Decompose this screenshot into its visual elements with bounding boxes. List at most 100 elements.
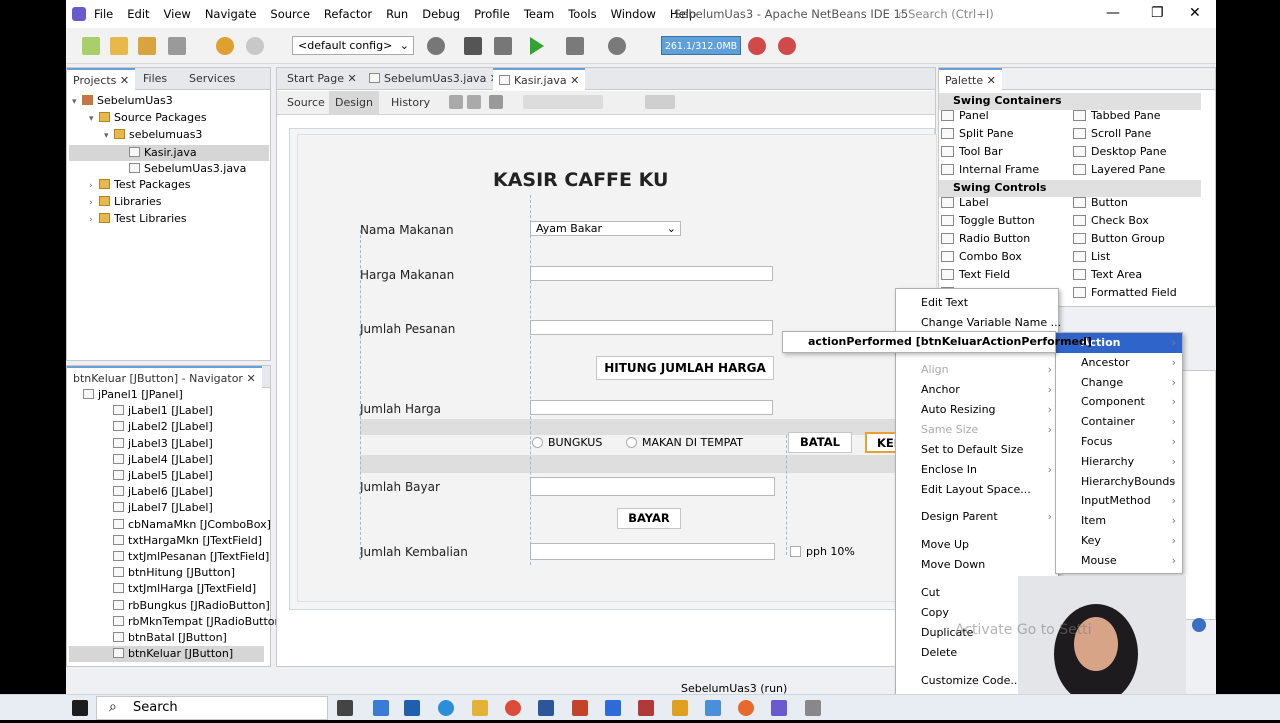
help-icon[interactable] bbox=[1192, 618, 1206, 632]
label-jumlah-harga[interactable]: Jumlah Harga bbox=[360, 402, 441, 416]
menu-tools[interactable]: Tools bbox=[568, 7, 596, 21]
txt-jumlah-kembalian[interactable] bbox=[530, 543, 775, 560]
netbeans-icon[interactable] bbox=[771, 700, 787, 716]
event-item[interactable]: HierarchyBounds bbox=[1056, 472, 1182, 492]
event-item[interactable]: Container bbox=[1056, 412, 1182, 432]
explorer-icon[interactable] bbox=[472, 700, 488, 716]
clean-build-icon[interactable] bbox=[494, 37, 512, 55]
navigator-item[interactable]: rbMknTempat [JRadioButton] bbox=[69, 614, 286, 630]
tree-item[interactable]: SebelumUas3.java bbox=[69, 161, 269, 177]
action-performed-item[interactable]: actionPerformed [btnKeluarActionPerforme… bbox=[783, 332, 1092, 352]
palette-item[interactable]: Tool Bar bbox=[941, 145, 1003, 158]
connection-mode-icon[interactable] bbox=[467, 95, 481, 109]
taskbar-search[interactable]: ⌕ Search bbox=[96, 696, 328, 720]
windows-start-icon[interactable] bbox=[72, 700, 88, 716]
txt-jumlah-pesanan[interactable] bbox=[530, 320, 773, 335]
event-item[interactable]: InputMethod bbox=[1056, 491, 1182, 511]
menu-edit[interactable]: Edit bbox=[127, 7, 149, 21]
menu-debug[interactable]: Debug bbox=[422, 7, 460, 21]
palette-item[interactable]: Text Field bbox=[941, 268, 1010, 281]
undo-icon[interactable] bbox=[216, 37, 234, 55]
menu-navigate[interactable]: Navigate bbox=[205, 7, 257, 21]
context-item[interactable]: Anchor bbox=[896, 380, 1058, 400]
label-nama-makanan[interactable]: Nama Makanan bbox=[360, 223, 454, 237]
close-button[interactable]: ✕ bbox=[1189, 5, 1201, 21]
event-item[interactable]: Change bbox=[1056, 373, 1182, 393]
menu-window[interactable]: Window bbox=[611, 7, 656, 21]
navigator-item[interactable]: jLabel5 [JLabel] bbox=[69, 468, 264, 484]
menu-profile[interactable]: Profile bbox=[474, 7, 510, 21]
profile-icon[interactable] bbox=[608, 37, 626, 55]
maximize-button[interactable]: ❐ bbox=[1151, 5, 1164, 21]
palette-item[interactable]: Label bbox=[941, 196, 989, 209]
edge-icon[interactable] bbox=[438, 700, 454, 716]
open-project-icon[interactable] bbox=[138, 37, 156, 55]
palette-item[interactable]: Toggle Button bbox=[941, 214, 1035, 227]
word-icon[interactable] bbox=[538, 700, 554, 716]
app-icon[interactable] bbox=[705, 700, 721, 716]
txt-harga-makanan[interactable] bbox=[530, 266, 773, 281]
navigator-item[interactable]: jPanel1 [JPanel] bbox=[69, 387, 264, 403]
hitung-button[interactable]: HITUNG JUMLAH HARGA bbox=[596, 356, 774, 380]
event-item[interactable]: Hierarchy bbox=[1056, 452, 1182, 472]
preview-icon[interactable] bbox=[489, 95, 503, 109]
tab-projects[interactable]: Projects ✕ bbox=[67, 68, 136, 90]
context-item[interactable]: Move Up bbox=[896, 535, 1058, 555]
context-item[interactable]: Move Down bbox=[896, 555, 1058, 575]
store-icon[interactable] bbox=[404, 700, 420, 716]
selection-mode-icon[interactable] bbox=[449, 95, 463, 109]
build-icon[interactable] bbox=[464, 37, 482, 55]
context-item[interactable]: Enclose In bbox=[896, 460, 1058, 480]
app-icon[interactable] bbox=[805, 700, 821, 716]
menu-file[interactable]: File bbox=[94, 7, 113, 21]
event-item[interactable]: Item bbox=[1056, 511, 1182, 531]
redo-icon[interactable] bbox=[246, 37, 264, 55]
navigator-item[interactable]: jLabel7 [JLabel] bbox=[69, 500, 264, 516]
tab-start-page[interactable]: Start Page ✕ bbox=[281, 68, 363, 90]
firefox-icon[interactable] bbox=[738, 700, 754, 716]
palette-group-containers[interactable]: Swing Containers bbox=[939, 93, 1201, 110]
batal-button[interactable]: BATAL bbox=[788, 432, 852, 453]
form-title[interactable]: KASIR CAFFE KU bbox=[493, 169, 668, 191]
event-item[interactable]: Key bbox=[1056, 531, 1182, 551]
label-jumlah-kembalian[interactable]: Jumlah Kembalian bbox=[360, 545, 468, 559]
context-item[interactable]: Design Parent bbox=[896, 507, 1058, 527]
chrome-icon[interactable] bbox=[505, 700, 521, 716]
tree-item-kasir[interactable]: Kasir.java bbox=[69, 144, 269, 161]
label-jumlah-pesanan[interactable]: Jumlah Pesanan bbox=[360, 322, 455, 336]
tree-item[interactable]: ▾ sebelumuas3 bbox=[69, 127, 269, 144]
navigator-item[interactable]: jLabel2 [JLabel] bbox=[69, 419, 264, 435]
navigator-item[interactable]: txtJmlPesanan [JTextField] bbox=[69, 549, 269, 565]
tab-kasir[interactable]: Kasir.java ✕ bbox=[493, 68, 586, 90]
search-input[interactable]: ⌕ Search (Ctrl+I) bbox=[898, 7, 994, 22]
menu-view[interactable]: View bbox=[164, 7, 191, 21]
menu-run[interactable]: Run bbox=[386, 7, 408, 21]
radio-bungkus[interactable]: BUNGKUS bbox=[532, 436, 602, 449]
new-project-icon[interactable] bbox=[110, 37, 128, 55]
palette-item[interactable]: Scroll Pane bbox=[1073, 127, 1151, 140]
run-icon[interactable] bbox=[530, 37, 544, 55]
mode-history[interactable]: History bbox=[385, 91, 436, 115]
tree-item[interactable]: › Libraries bbox=[69, 194, 269, 211]
navigator-item[interactable]: jLabel6 [JLabel] bbox=[69, 484, 264, 500]
palette-item[interactable]: Radio Button bbox=[941, 232, 1030, 245]
palette-item[interactable]: Button Group bbox=[1073, 232, 1165, 245]
navigator-item[interactable]: txtJmlHarga [JTextField] bbox=[69, 581, 264, 597]
event-item[interactable]: Mouse bbox=[1056, 551, 1182, 571]
navigator-item[interactable]: jLabel1 [JLabel] bbox=[69, 403, 264, 419]
palette-item[interactable]: Desktop Pane bbox=[1073, 145, 1166, 158]
palette-item[interactable]: Internal Frame bbox=[941, 163, 1039, 176]
palette-item[interactable]: Text Area bbox=[1073, 268, 1142, 281]
gc-stop-icon[interactable] bbox=[778, 37, 796, 55]
palette-item[interactable]: Combo Box bbox=[941, 250, 1022, 263]
resize-icons[interactable] bbox=[645, 95, 675, 109]
globe-icon[interactable] bbox=[427, 37, 445, 55]
tab-sebelumuas3[interactable]: SebelumUas3.java ✕ bbox=[363, 68, 505, 90]
navigator-item[interactable]: txtHargaMkn [JTextField] bbox=[69, 533, 264, 549]
context-item[interactable]: Change Variable Name ... bbox=[896, 313, 1061, 333]
app-icon[interactable] bbox=[638, 700, 654, 716]
palette-item[interactable]: Formatted Field bbox=[1073, 286, 1177, 299]
palette-item[interactable]: Split Pane bbox=[941, 127, 1014, 140]
new-file-icon[interactable] bbox=[82, 37, 100, 55]
label-harga-makanan[interactable]: Harga Makanan bbox=[360, 268, 454, 282]
